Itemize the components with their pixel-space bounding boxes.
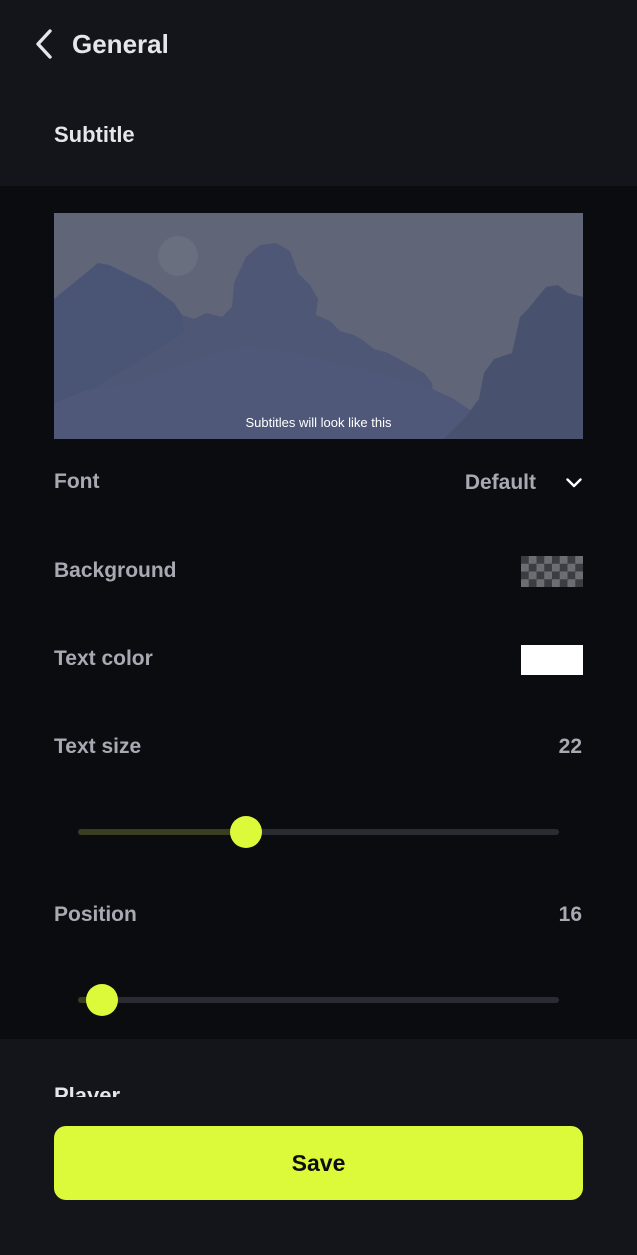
text-size-slider[interactable]: [78, 815, 559, 849]
text-size-value: 22: [558, 735, 582, 758]
slider-thumb[interactable]: [230, 816, 262, 848]
background-color-swatch[interactable]: [521, 556, 583, 587]
header-bar: General Subtitle: [0, 0, 637, 186]
text-color-label: Text color: [54, 647, 153, 670]
slider-fill: [78, 829, 246, 835]
text-size-label: Text size: [54, 735, 142, 758]
font-value: Default: [464, 471, 536, 494]
subtitle-preview: Subtitles will look like this: [54, 213, 583, 439]
preview-caption: Subtitles will look like this: [245, 415, 392, 430]
position-value: 16: [558, 903, 582, 926]
slider-thumb[interactable]: [86, 984, 118, 1016]
page-title: General: [72, 29, 169, 59]
section-title-player: Player: [54, 1083, 121, 1097]
font-label: Font: [54, 470, 100, 493]
chevron-left-icon: [36, 29, 52, 59]
back-button[interactable]: [26, 24, 62, 64]
settings-screen: General Subtitle Subtitles will look lik…: [0, 0, 637, 1255]
background-label: Background: [54, 559, 177, 582]
position-slider[interactable]: [78, 983, 559, 1017]
position-label: Position: [54, 903, 137, 926]
font-dropdown[interactable]: Default: [465, 468, 582, 498]
section-title-subtitle: Subtitle: [54, 122, 135, 147]
save-button[interactable]: Save: [54, 1126, 583, 1200]
text-color-swatch[interactable]: [521, 645, 583, 675]
slider-track: [78, 997, 559, 1003]
preview-landscape-illustration: [54, 213, 583, 439]
chevron-down-icon: [566, 478, 582, 488]
